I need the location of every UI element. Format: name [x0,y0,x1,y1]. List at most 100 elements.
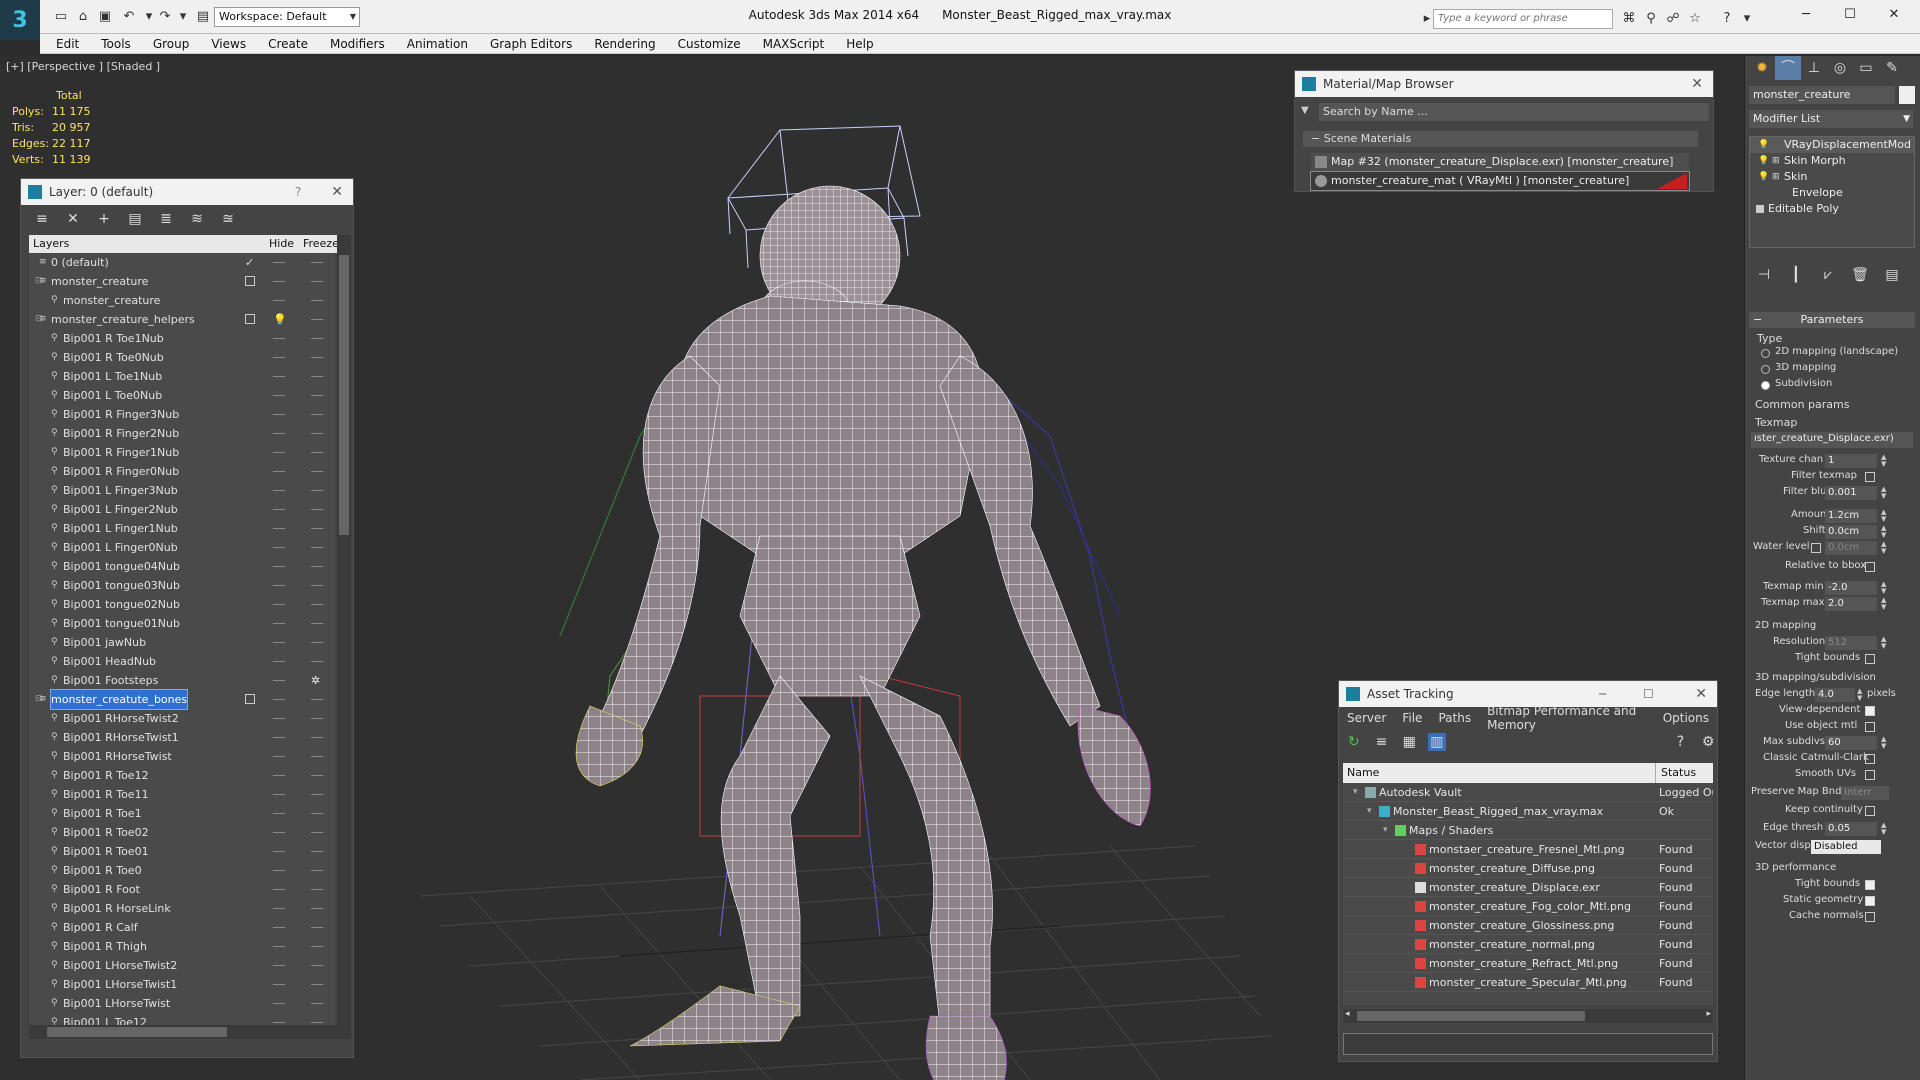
modifier-stack-item[interactable]: Editable Poly [1750,201,1914,217]
layer-row[interactable]: ⚲ Bip001 RHorseTwist1 [29,728,335,747]
menu-views[interactable]: Views [200,34,257,54]
layer-row[interactable]: ⚲ Bip001 R Toe01 [29,842,335,861]
asset-row[interactable]: monster_creature_normal.png Found [1343,935,1713,954]
layer-row[interactable]: ⊟ ≡ monster_creatute_bones [29,689,335,710]
layer-row[interactable]: ⚲ Bip001 R Toe1Nub [29,329,335,348]
close-icon[interactable]: ✕ [1874,4,1914,26]
radio-3d-mapping[interactable] [1761,365,1770,374]
layer-name[interactable]: Bip001 R Finger0Nub [63,462,179,481]
freeze-toggle[interactable] [311,566,323,567]
asset-menu-paths[interactable]: Paths [1430,711,1479,725]
freeze-toggle[interactable] [311,889,323,890]
maximize-icon[interactable]: ☐ [1643,681,1654,707]
hide-toggle[interactable] [273,813,285,814]
layer-row[interactable]: ⚲ Bip001 L Finger1Nub [29,519,335,538]
hide-toggle[interactable] [273,984,285,985]
refresh-icon[interactable]: ↻ [1345,733,1363,751]
freeze-toggle[interactable] [311,281,323,282]
layer-horizontal-scrollbar[interactable] [29,1025,351,1039]
layer-row[interactable]: ⚲ Bip001 R Toe12 [29,766,335,785]
layer-name[interactable]: 0 (default) [51,253,109,272]
asset-row[interactable]: ▾ Monster_Beast_Rigged_max_vray.max Ok [1343,802,1713,821]
layer-name[interactable]: Bip001 L Finger3Nub [63,481,178,500]
spinner-icon[interactable]: ▲ ▼ [1881,454,1886,468]
open-file-icon[interactable]: ⌂ [74,8,92,26]
spinner-icon[interactable]: ▲ ▼ [1857,688,1862,702]
layer-name[interactable]: Bip001 R Finger2Nub [63,424,179,443]
menu-maxscript[interactable]: MAXScript [752,34,836,54]
water-level-checkbox[interactable] [1811,543,1821,553]
layer-row[interactable]: ⚲ Bip001 R Finger0Nub [29,462,335,481]
asset-horizontal-scrollbar[interactable]: ◂ ▸ [1343,1009,1713,1023]
hide-toggle[interactable] [273,908,285,909]
layer-name[interactable]: Bip001 LHorseTwist2 [63,956,177,975]
make-unique-icon[interactable]: ⩗ [1819,266,1837,284]
preserve-map-bnd-dropdown[interactable]: Interr [1841,786,1889,800]
display-tab-icon[interactable]: ▭ [1853,56,1879,80]
layer-name[interactable]: Bip001 R HorseLink [63,899,171,918]
minimize-icon[interactable]: ─ [1599,681,1606,707]
shift-field[interactable]: 0.0cm [1825,525,1877,539]
spinner-icon[interactable]: ▲ ▼ [1881,525,1886,539]
layer-row[interactable]: ⚲ Bip001 L Finger3Nub [29,481,335,500]
asset-row[interactable]: monster_creature_Displace.exr Found [1343,878,1713,897]
expand-modifier-icon[interactable]: ⊞ [1772,169,1780,185]
freeze-toggle[interactable] [311,357,323,358]
freeze-toggle[interactable] [311,490,323,491]
water-level-field[interactable]: 0.0cm [1825,541,1877,555]
freeze-toggle[interactable] [311,585,323,586]
freeze-toggle[interactable] [311,1003,323,1004]
search-input[interactable]: Type a keyword or phrase [1433,9,1613,29]
workspace-dropdown[interactable]: Workspace: Default [214,7,360,27]
chevron-down-icon[interactable]: ▼ [1903,110,1910,128]
asset-row[interactable]: monster_creature_Glossiness.png Found [1343,916,1713,935]
scroll-left-icon[interactable]: ◂ [1345,1009,1350,1019]
modify-tab-icon[interactable]: ⌒ [1775,56,1801,80]
hide-toggle[interactable] [273,357,285,358]
layer-name[interactable]: monster_creature [63,291,160,310]
layer-row[interactable]: ⚲ Bip001 jawNub [29,633,335,652]
layer-name[interactable]: Bip001 LHorseTwist [63,994,170,1013]
help-icon[interactable]: ? [1672,733,1690,751]
highlight-layer-icon[interactable]: ≣ [157,210,175,228]
menu-create[interactable]: Create [257,34,319,54]
hide-toggle[interactable] [273,623,285,624]
hide-toggle[interactable] [273,851,285,852]
col-layers[interactable]: Layers [33,237,69,250]
hide-toggle[interactable] [273,471,285,472]
freeze-toggle[interactable] [311,262,323,263]
material-search-input[interactable]: Search by Name ... [1319,103,1709,121]
freeze-toggle[interactable] [311,642,323,643]
layer-name[interactable]: Bip001 tongue04Nub [63,557,180,576]
layer-row[interactable]: ⚲ Bip001 R HorseLink [29,899,335,918]
hide-toggle[interactable] [273,1003,285,1004]
layer-name[interactable]: monster_creature_helpers [51,310,195,329]
perf-tight-bounds-checkbox[interactable] [1865,880,1875,890]
details-view-icon[interactable]: ▦ [1400,733,1418,751]
hide-toggle[interactable] [273,414,285,415]
layer-name[interactable]: Bip001 R Foot [63,880,140,899]
max-subdivs-field[interactable]: 60 [1825,736,1877,750]
hierarchy-tab-icon[interactable]: ⊥ [1801,56,1827,80]
layer-name[interactable]: Bip001 R Finger1Nub [63,443,179,462]
texmap-button[interactable]: ıster_creature_Displace.exr) [1751,432,1913,448]
create-layer-icon[interactable]: ≡ [33,210,51,228]
relative-bbox-checkbox[interactable] [1865,562,1875,572]
freeze-toggle[interactable] [311,870,323,871]
freeze-toggle[interactable] [311,984,323,985]
layer-name[interactable]: Bip001 R Toe1Nub [63,329,164,348]
show-end-result-icon[interactable]: ┃ [1787,266,1805,284]
help-icon[interactable]: ? [295,179,301,205]
layer-row[interactable]: ⚲ Bip001 R Toe0Nub [29,348,335,367]
layer-name[interactable]: Bip001 R Toe0 [63,861,142,880]
expand-toggle-icon[interactable]: ▾ [1353,783,1358,802]
layer-name[interactable]: Bip001 RHorseTwist2 [63,709,179,728]
asset-tracking-titlebar[interactable]: Asset Tracking ─ ☐ ✕ [1339,681,1717,707]
freeze-toggle[interactable] [311,794,323,795]
asset-row[interactable]: monster_creature_Diffuse.png Found [1343,859,1713,878]
freeze-toggle[interactable] [311,756,323,757]
freeze-toggle[interactable] [311,832,323,833]
expand-toggle-icon[interactable]: ▾ [1383,821,1388,840]
hide-toggle[interactable] [273,1022,285,1023]
viewport-label[interactable]: [+] [Perspective ] [Shaded ] [6,60,160,73]
